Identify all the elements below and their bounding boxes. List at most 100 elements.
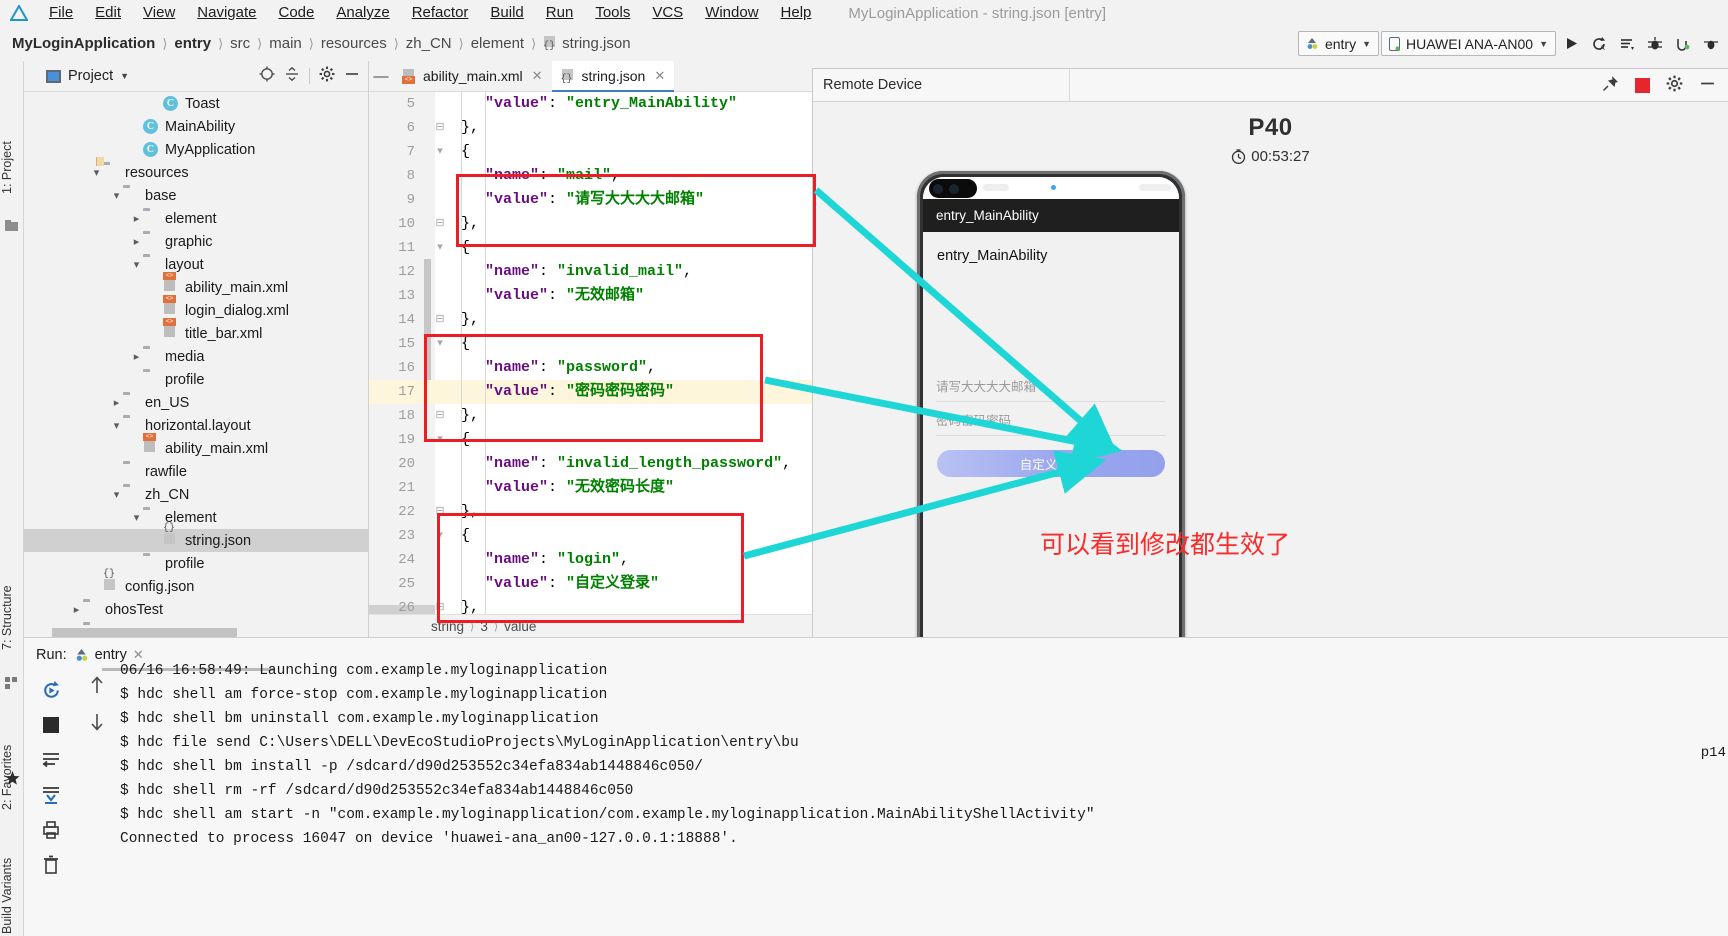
login-button[interactable]: 自定义登录 [937,450,1165,477]
editor-breadcrumb-item-value[interactable]: value [504,619,536,634]
tree-twisty-icon[interactable]: ▸ [130,350,143,363]
tree-twisty-icon[interactable]: ▸ [130,212,143,225]
menu-run[interactable]: Run [535,0,585,26]
fold-marker-icon[interactable]: ⊟ [433,212,447,236]
hide-panel-icon[interactable] [344,66,360,86]
collapse-all-icon[interactable] [284,66,300,86]
breadcrumb-item-src[interactable]: src [230,35,250,52]
close-icon[interactable]: ✕ [654,68,665,84]
locate-file-icon[interactable] [259,66,275,86]
tree-node-element[interactable]: ▾ element [24,506,368,529]
code-line-11[interactable]: 11 ▾ { [369,236,812,260]
collapse-editor-icon[interactable]: — [369,61,393,91]
console-output[interactable]: 06/16 16:58:49: Launching com.example.my… [120,659,1728,936]
code-line-15[interactable]: 15 ▾ { [369,332,812,356]
favorites-star-icon[interactable] [5,771,20,785]
minimize-icon[interactable] [1699,75,1716,96]
code-editor[interactable]: 5 "value": "entry_MainAbility" 6 ⊟}, 7 ▾ {8 "na… [369,92,812,614]
fold-marker-icon[interactable]: ⊟ [433,596,447,614]
tool-window-build-variants[interactable]: Build Variants [0,837,24,936]
tool-window-structure[interactable]: 7: Structure [0,567,24,669]
fold-marker-icon[interactable]: ⊟ [433,308,447,332]
tree-node-element[interactable]: ▸ element [24,207,368,230]
menu-navigate[interactable]: Navigate [186,0,267,26]
project-tree-horizontal-scrollbar[interactable] [52,628,237,637]
project-tree[interactable]: C Toast C MainAbility C MyApplication ▾ resourc… [24,92,368,625]
menu-refactor[interactable]: Refactor [401,0,480,26]
gear-icon[interactable] [319,66,335,86]
editor-tab-string-json[interactable]: {} string.json ✕ [551,61,675,92]
tree-node-graphic[interactable]: ▸ graphic [24,230,368,253]
code-line-21[interactable]: 21 "value": "无效密码长度" [369,476,812,500]
tree-twisty-icon[interactable]: ▾ [110,488,123,501]
code-line-12[interactable]: 12 "name": "invalid_mail", [369,260,812,284]
tree-node-base[interactable]: ▾ base [24,184,368,207]
fold-marker-icon[interactable]: ▾ [433,332,447,356]
tree-twisty-icon[interactable]: ▾ [130,258,143,271]
breadcrumb-item-entry[interactable]: entry [174,35,211,52]
fold-marker-icon[interactable]: ⊟ [433,500,447,524]
scroll-down-icon[interactable] [89,713,105,736]
tree-node-horizontal-layout[interactable]: ▾ horizontal.layout [24,414,368,437]
tree-twisty-icon[interactable]: ▸ [130,235,143,248]
run-button[interactable] [1558,31,1584,57]
tree-node-config-json[interactable]: {} config.json [24,569,368,598]
project-folder-icon[interactable] [5,219,19,233]
fold-marker-icon[interactable]: ▾ [433,236,447,260]
fold-marker-icon[interactable]: ▾ [433,524,447,548]
attach-debugger-button[interactable] [1670,31,1696,57]
menu-view[interactable]: View [132,0,186,26]
menu-window[interactable]: Window [694,0,769,26]
code-line-6[interactable]: 6 ⊟}, [369,116,812,140]
menu-analyze[interactable]: Analyze [325,0,400,26]
tree-node-zh-cn[interactable]: ▾ zh_CN [24,483,368,506]
project-panel-title-group[interactable]: Project ▼ [24,68,129,84]
run-with-coverage-button[interactable] [1614,31,1640,57]
menu-tools[interactable]: Tools [584,0,641,26]
tree-node-profile[interactable]: profile [24,368,368,391]
soft-wrap-icon[interactable] [40,749,62,771]
code-line-13[interactable]: 13 "value": "无效邮箱" [369,284,812,308]
mail-input[interactable]: 请写大大大大邮箱 [936,376,1166,402]
tree-node-mainability[interactable]: C MainAbility [24,115,368,138]
fold-marker-icon[interactable]: ▾ [433,428,447,452]
tree-node-toast[interactable]: C Toast [24,92,368,115]
tree-twisty-icon[interactable]: ▾ [130,511,143,524]
tree-node-login-dialog-xml[interactable]: <> login_dialog.xml [24,295,368,322]
gear-icon[interactable] [1666,75,1683,96]
tree-node-string-json[interactable]: {} string.json [24,523,368,552]
tree-twisty-icon[interactable]: ▾ [110,189,123,202]
tree-node-en-us[interactable]: ▸ en_US [24,391,368,414]
menu-build[interactable]: Build [479,0,534,26]
tree-node-ability-main-xml[interactable]: <> ability_main.xml [24,272,368,299]
tree-node-profile[interactable]: profile [24,552,368,575]
scroll-to-end-icon[interactable] [40,784,62,806]
tree-twisty-icon[interactable]: ▸ [70,603,83,616]
tree-twisty-icon[interactable]: ▸ [110,396,123,409]
code-line-23[interactable]: 23 ▾ { [369,524,812,548]
tool-window-project[interactable]: 1: Project [0,127,24,209]
editor-breadcrumb-item-index[interactable]: 3 [480,619,488,634]
device-selector[interactable]: HUAWEI ANA-AN00 ▼ [1381,31,1556,56]
breadcrumb-item-resources[interactable]: resources [321,35,387,52]
pin-icon[interactable] [1602,75,1619,96]
print-icon[interactable] [40,819,62,841]
tree-node-ability-main-xml[interactable]: <> ability_main.xml [24,433,368,460]
stop-icon[interactable] [40,714,62,736]
structure-icon[interactable] [5,676,19,690]
code-line-14[interactable]: 14 ⊟}, [369,308,812,332]
tree-node-test[interactable]: ▸test [24,621,368,626]
breadcrumb-item-main[interactable]: main [269,35,302,52]
breadcrumb-item-project[interactable]: MyLoginApplication [12,35,155,52]
code-line-18[interactable]: 18 ⊟}, [369,404,812,428]
code-line-5[interactable]: 5 "value": "entry_MainAbility" [369,92,812,116]
tree-node-title-bar-xml[interactable]: <> title_bar.xml [24,318,368,345]
tree-node-myapplication[interactable]: C MyApplication [24,138,368,161]
rerun-icon[interactable] [40,679,62,701]
debug-button[interactable] [1642,31,1668,57]
code-line-24[interactable]: 24 "name": "login", [369,548,812,572]
tree-twisty-icon[interactable]: ▾ [90,166,103,179]
editor-tab-ability-main-xml[interactable]: <> ability_main.xml ✕ [393,61,552,91]
menu-code[interactable]: Code [267,0,325,26]
breadcrumb-item-file[interactable]: string.json [562,35,630,52]
